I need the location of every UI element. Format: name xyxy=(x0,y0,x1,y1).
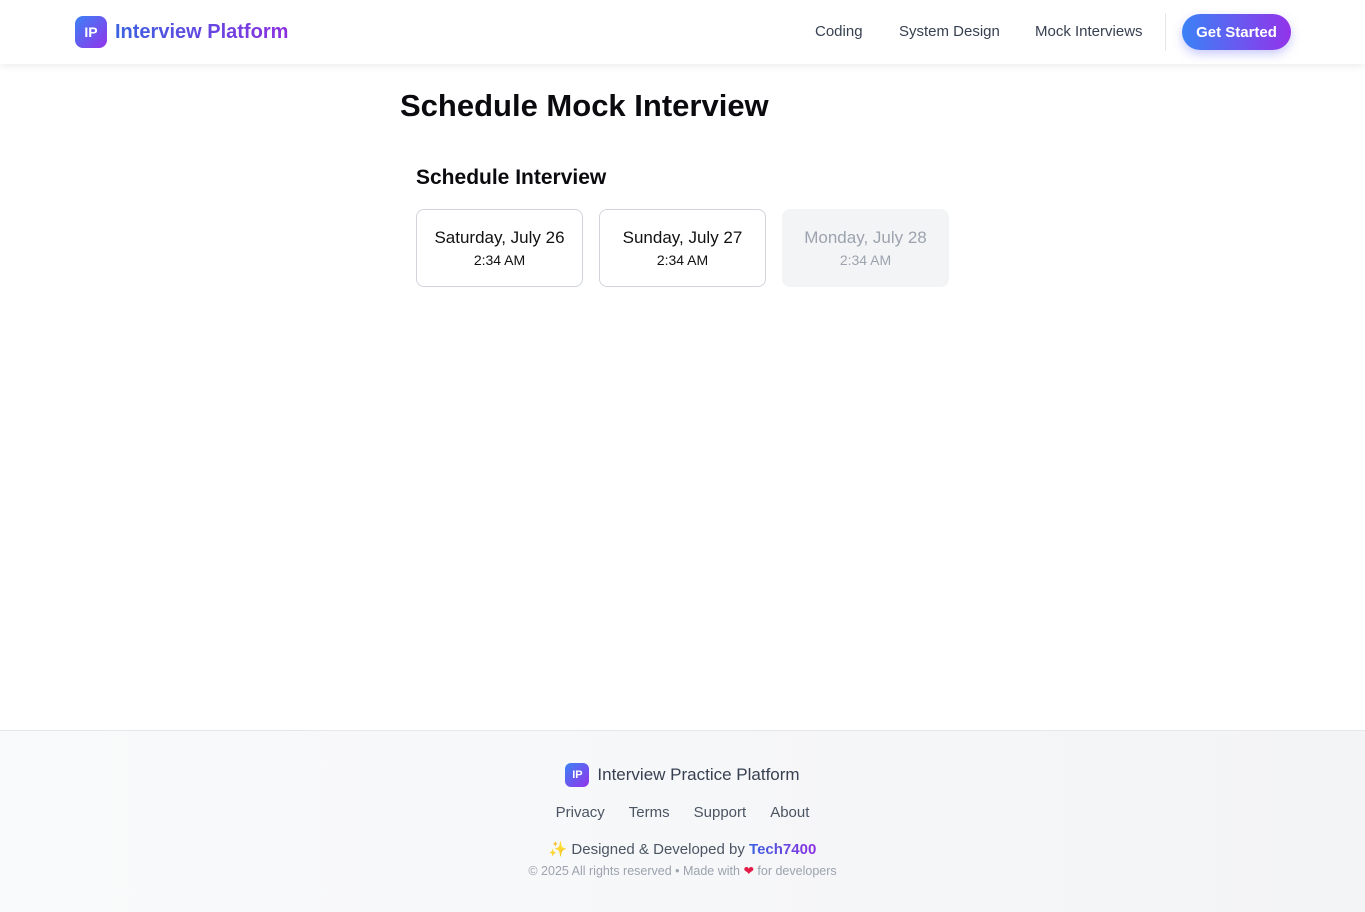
nav-link-coding[interactable]: Coding xyxy=(815,22,863,42)
time-slot-monday-disabled: Monday, July 28 2:34 AM xyxy=(782,209,949,287)
developer-credit: ✨ Designed & Developed by Tech7400 xyxy=(0,840,1365,858)
time-slot-saturday[interactable]: Saturday, July 26 2:34 AM xyxy=(416,209,583,287)
credit-prefix: Designed & Developed by xyxy=(571,841,745,858)
nav-link-mock-interviews[interactable]: Mock Interviews xyxy=(1035,22,1143,42)
copyright: © 2025 All rights reserved • Made with ❤… xyxy=(0,863,1365,878)
nav-divider xyxy=(1165,13,1166,51)
logo-badge: IP xyxy=(75,16,107,48)
slot-time: 2:34 AM xyxy=(473,251,526,268)
footer-link-terms[interactable]: Terms xyxy=(629,804,670,821)
footer-brand: IP Interview Practice Platform xyxy=(0,763,1365,787)
slot-time: 2:34 AM xyxy=(656,251,709,268)
footer: IP Interview Practice Platform Privacy T… xyxy=(0,730,1365,912)
author-link[interactable]: Tech7400 xyxy=(749,841,816,858)
footer-link-about[interactable]: About xyxy=(770,804,809,821)
sparkle-icon: ✨ xyxy=(548,841,568,858)
footer-link-privacy[interactable]: Privacy xyxy=(556,804,605,821)
top-navbar: IP Interview Platform Coding System Desi… xyxy=(0,0,1365,64)
footer-platform-name: Interview Practice Platform xyxy=(597,765,800,784)
get-started-button[interactable]: Get Started xyxy=(1182,14,1291,50)
nav-link-system-design[interactable]: System Design xyxy=(899,22,1000,42)
footer-logo-badge: IP xyxy=(565,763,590,787)
slot-date: Sunday, July 27 xyxy=(622,227,743,247)
copyright-suffix: for developers xyxy=(757,864,837,878)
footer-link-support[interactable]: Support xyxy=(694,804,747,821)
footer-links: Privacy Terms Support About xyxy=(0,804,1365,821)
page-title: Schedule Mock Interview xyxy=(400,88,769,123)
time-slot-sunday[interactable]: Sunday, July 27 2:34 AM xyxy=(599,209,766,287)
slot-date: Monday, July 28 xyxy=(804,227,927,247)
brand-home-link[interactable]: IP Interview Platform xyxy=(75,16,288,48)
slot-date: Saturday, July 26 xyxy=(434,227,565,247)
copyright-prefix: © 2025 All rights reserved • Made with xyxy=(528,864,740,878)
section-title: Schedule Interview xyxy=(416,166,607,189)
brand-name: Interview Platform xyxy=(115,20,289,43)
heart-icon: ❤ xyxy=(743,864,754,878)
slot-time: 2:34 AM xyxy=(839,251,892,268)
